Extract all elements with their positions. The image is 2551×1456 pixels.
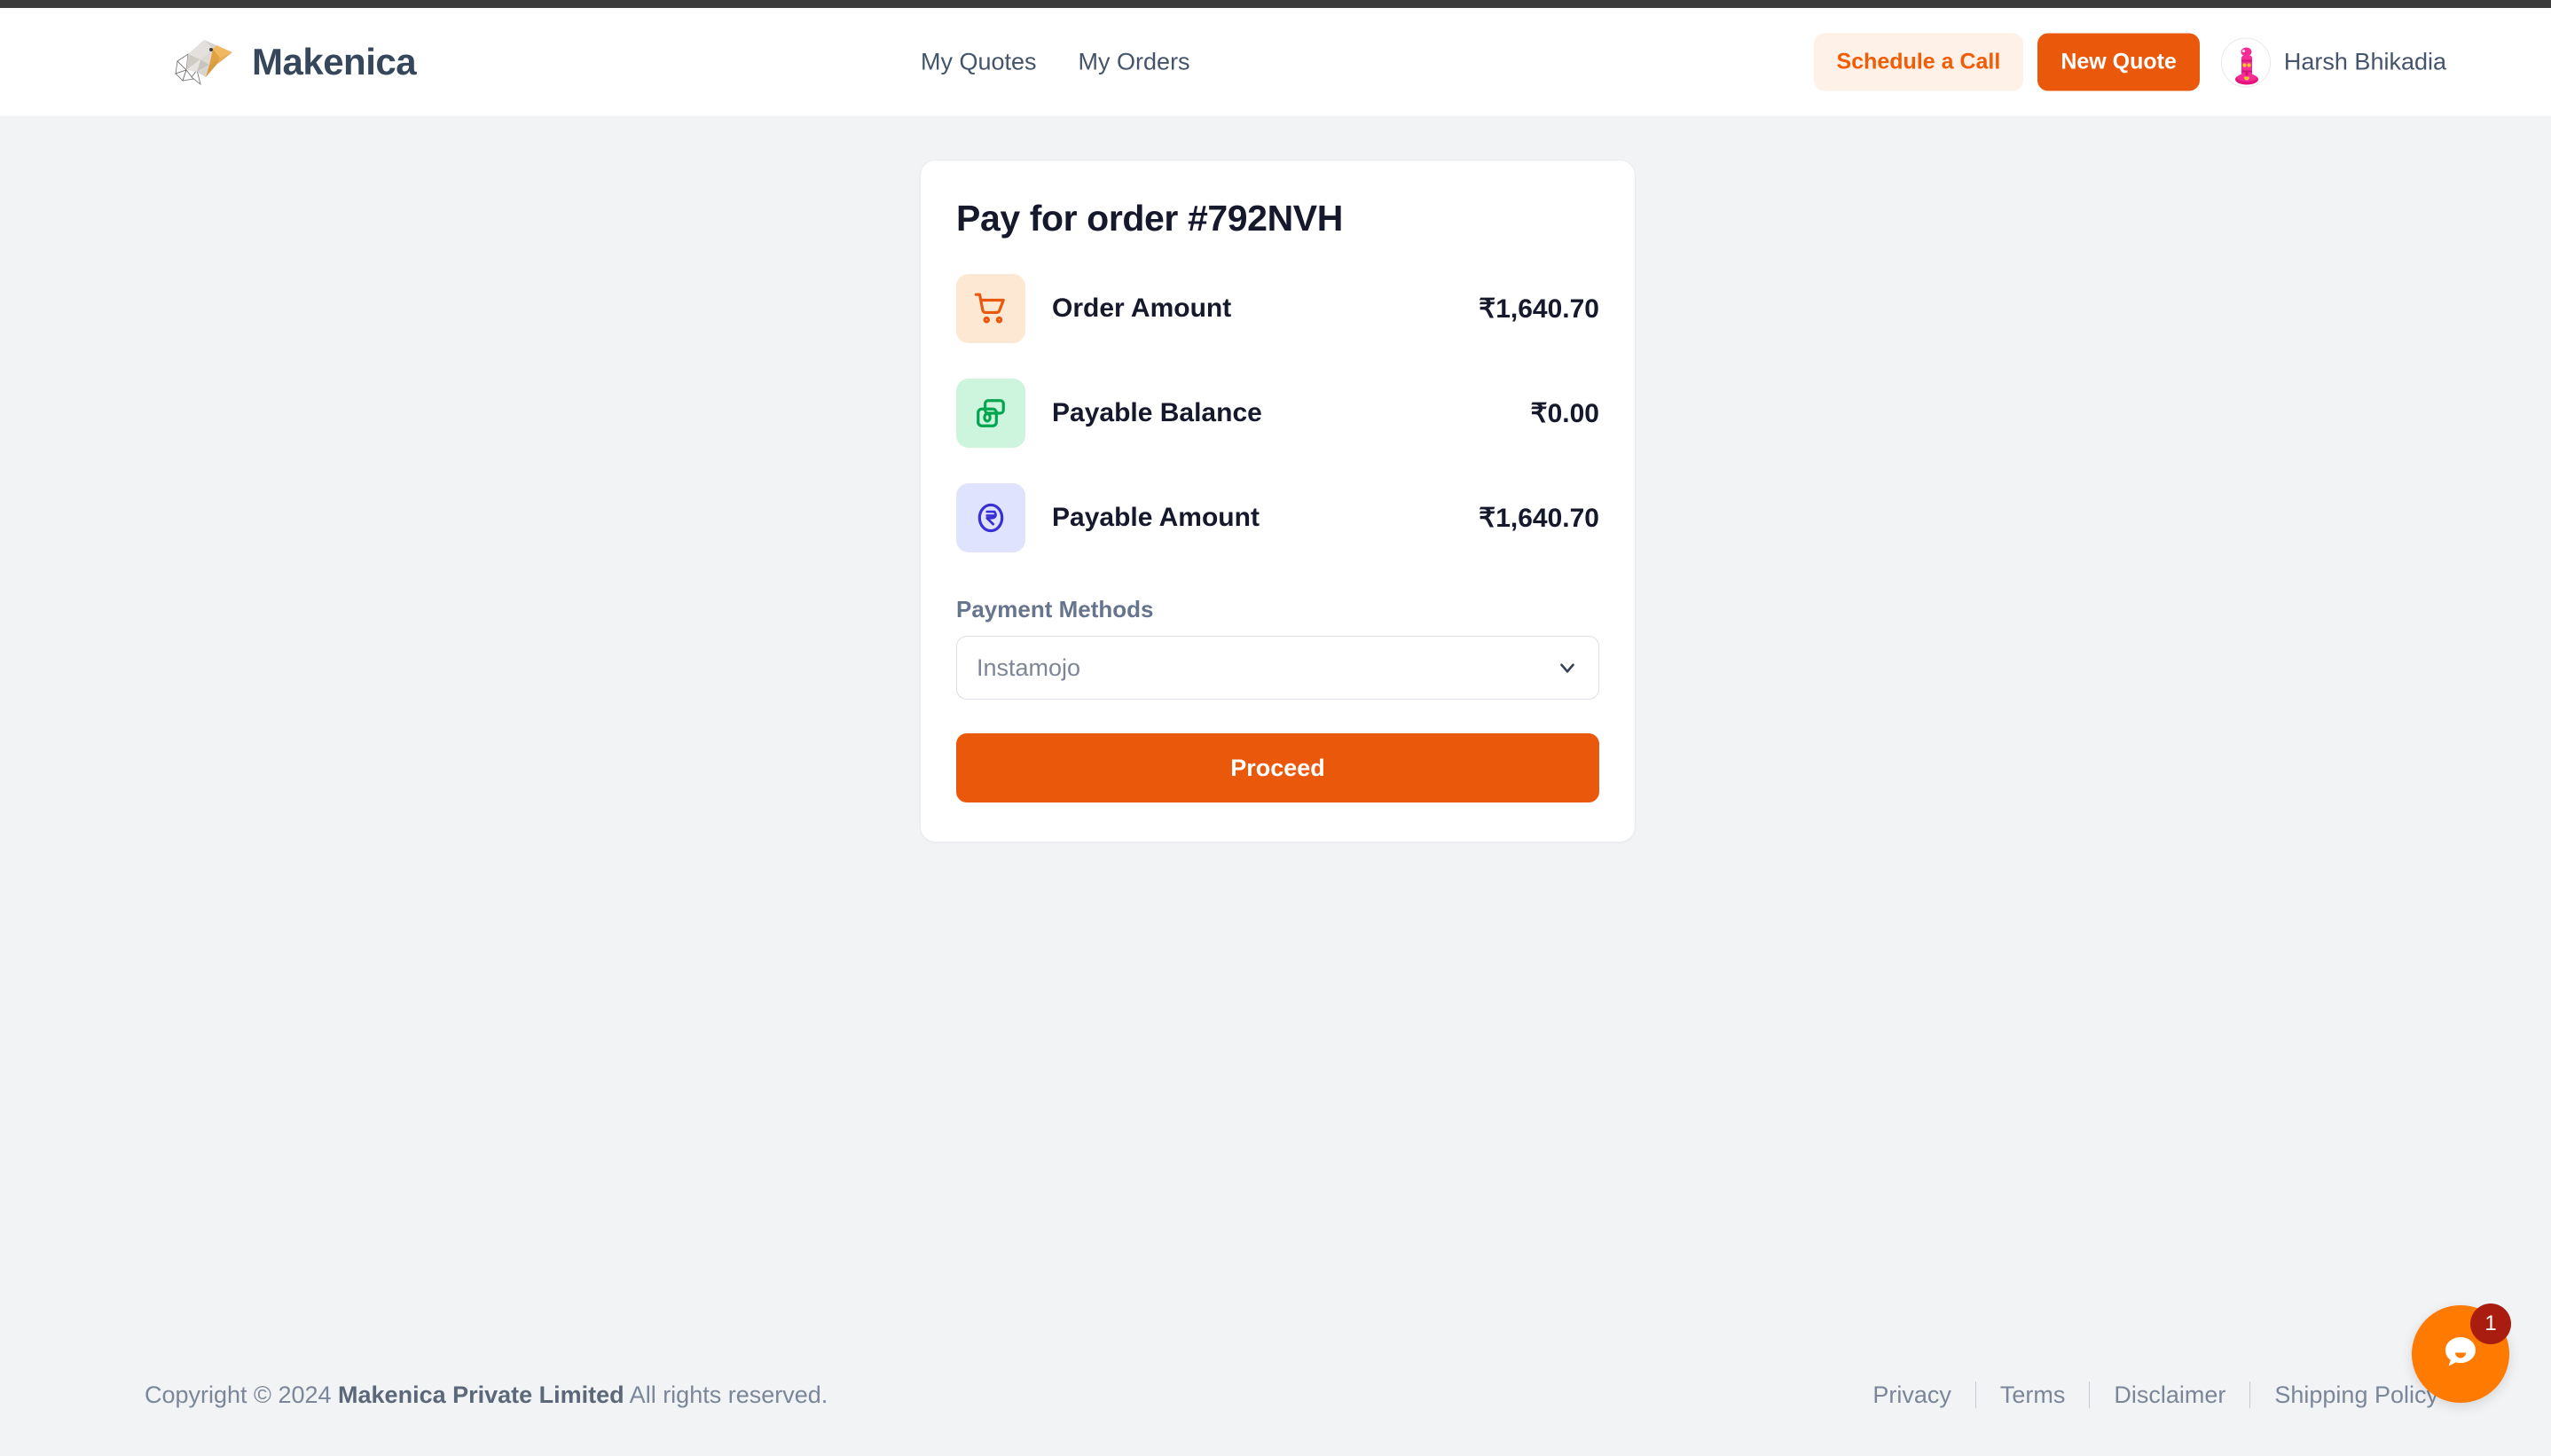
avatar bbox=[2220, 37, 2271, 87]
footer-link-disclaimer[interactable]: Disclaimer bbox=[2090, 1382, 2249, 1409]
footer-copyright: Copyright © 2024 Makenica Private Limite… bbox=[145, 1382, 828, 1409]
schedule-a-call-button[interactable]: Schedule a Call bbox=[1813, 33, 2024, 91]
page-body: Pay for order #792NVH Order Amount ₹1,64… bbox=[0, 117, 2551, 1456]
brand-logo-link[interactable]: Makenica bbox=[165, 35, 417, 90]
site-header: Makenica My Quotes My Orders Schedule a … bbox=[0, 8, 2551, 117]
eagle-head-logo-icon bbox=[165, 35, 239, 90]
header-actions: Schedule a Call New Quote Harsh Bhikadia bbox=[1813, 33, 2446, 91]
shopping-cart-icon bbox=[956, 274, 1025, 344]
payment-method-selected-value: Instamojo bbox=[977, 654, 1081, 681]
footer-company-name: Makenica Private Limited bbox=[338, 1381, 624, 1408]
payment-methods-label: Payment Methods bbox=[956, 596, 1154, 623]
payment-methods-field: Payment Methods Instamojo bbox=[956, 596, 1599, 701]
wallet-icon bbox=[956, 379, 1025, 449]
proceed-button[interactable]: Proceed bbox=[956, 733, 1599, 803]
summary-row-label: Payable Amount bbox=[1052, 503, 1260, 533]
site-footer: Copyright © 2024 Makenica Private Limite… bbox=[0, 1373, 2551, 1417]
footer-link-privacy[interactable]: Privacy bbox=[1848, 1382, 1975, 1409]
chevron-down-icon bbox=[1556, 656, 1579, 679]
amount-summary-list: Order Amount ₹1,640.70 Payable Balance ₹… bbox=[956, 271, 1599, 555]
browser-top-strip bbox=[0, 0, 2551, 8]
nav-item-my-orders[interactable]: My Orders bbox=[1079, 49, 1190, 76]
main-navigation: My Quotes My Orders bbox=[921, 49, 1190, 76]
summary-row-order-amount: Order Amount ₹1,640.70 bbox=[956, 271, 1599, 346]
nav-item-my-quotes[interactable]: My Quotes bbox=[921, 49, 1037, 76]
summary-row-value: ₹1,640.70 bbox=[1479, 503, 1599, 533]
summary-row-payable-amount: Payable Amount ₹1,640.70 bbox=[956, 481, 1599, 555]
summary-row-label: Payable Balance bbox=[1052, 398, 1262, 428]
user-name: Harsh Bhikadia bbox=[2283, 48, 2446, 75]
footer-copyright-prefix: Copyright © 2024 bbox=[145, 1381, 339, 1408]
rupee-coin-icon bbox=[956, 483, 1025, 553]
user-menu[interactable]: Harsh Bhikadia bbox=[2220, 37, 2446, 87]
payment-method-select[interactable]: Instamojo bbox=[956, 636, 1599, 701]
footer-copyright-suffix: All rights reserved. bbox=[624, 1381, 828, 1408]
page-title: Pay for order #792NVH bbox=[956, 198, 1343, 239]
chat-widget-button[interactable]: 1 bbox=[2412, 1303, 2511, 1403]
new-quote-button[interactable]: New Quote bbox=[2037, 33, 2200, 91]
summary-row-label: Order Amount bbox=[1052, 294, 1232, 324]
chat-unread-badge: 1 bbox=[2470, 1303, 2511, 1344]
footer-link-terms[interactable]: Terms bbox=[1976, 1382, 2090, 1409]
summary-row-value: ₹1,640.70 bbox=[1479, 294, 1599, 324]
footer-links: Privacy Terms Disclaimer Shipping Policy bbox=[1848, 1382, 2462, 1409]
summary-row-payable-balance: Payable Balance ₹0.00 bbox=[956, 376, 1599, 450]
brand-name: Makenica bbox=[252, 41, 417, 82]
payment-card: Pay for order #792NVH Order Amount ₹1,64… bbox=[920, 160, 1636, 843]
summary-row-value: ₹0.00 bbox=[1530, 398, 1599, 428]
